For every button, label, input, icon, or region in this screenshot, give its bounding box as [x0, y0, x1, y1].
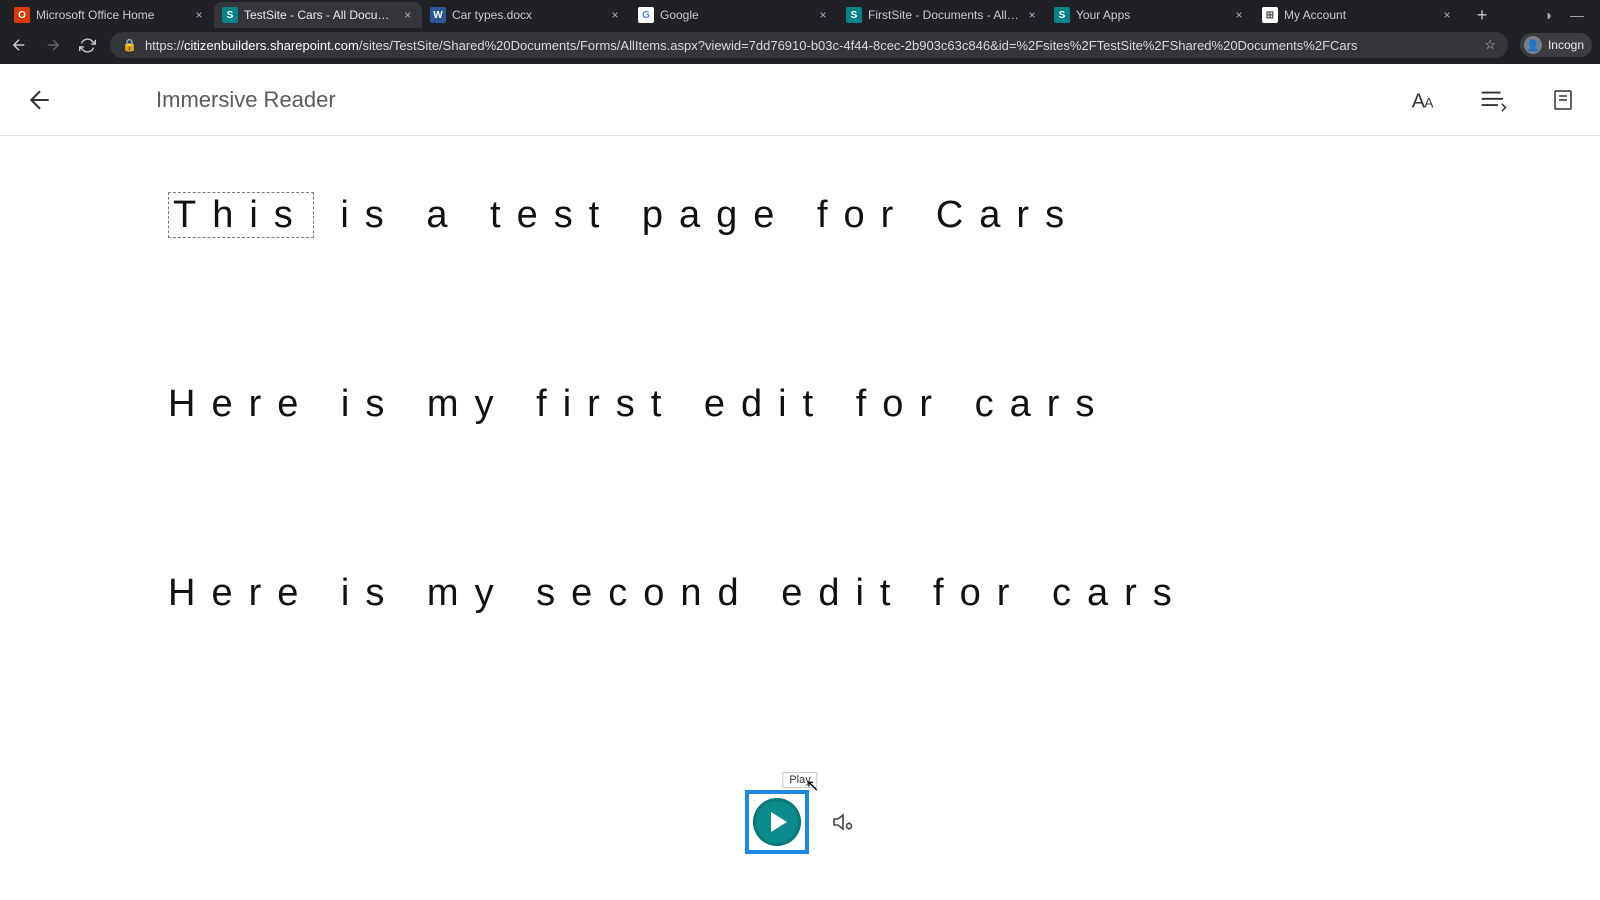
tab-title: FirstSite - Documents - All Docu...: [868, 8, 1020, 22]
tab-title: Google: [660, 8, 810, 22]
sharepoint-icon: S: [222, 7, 238, 23]
play-icon: [753, 798, 801, 846]
close-icon[interactable]: ×: [1440, 8, 1454, 22]
play-tooltip: Play: [782, 772, 817, 788]
minimize-icon[interactable]: —: [1570, 7, 1584, 23]
page-title: Immersive Reader: [156, 87, 336, 113]
extension-icon[interactable]: ◑: [1544, 7, 1552, 23]
content-line-3: Here is my second edit for cars: [168, 572, 1600, 615]
grammar-options-button[interactable]: [1476, 83, 1510, 117]
tab-my-account[interactable]: ⊞ My Account ×: [1254, 2, 1462, 28]
address-bar-row: 🔒 https://citizenbuilders.sharepoint.com…: [0, 30, 1600, 64]
star-icon[interactable]: ☆: [1484, 37, 1496, 53]
profile-label: Incogn: [1548, 38, 1584, 52]
tab-title: Microsoft Office Home: [36, 8, 186, 22]
new-tab-button[interactable]: +: [1468, 2, 1496, 28]
office-icon: O: [14, 7, 30, 23]
sharepoint-icon: S: [846, 7, 862, 23]
browser-chrome: O Microsoft Office Home × S TestSite - C…: [0, 0, 1600, 64]
content-line-1: This is a test page for Cars: [168, 194, 1600, 237]
svg-text:A: A: [1424, 95, 1434, 110]
tab-google[interactable]: G Google ×: [630, 2, 838, 28]
forward-button[interactable]: [42, 34, 64, 56]
tab-firstsite[interactable]: S FirstSite - Documents - All Docu... ×: [838, 2, 1046, 28]
tab-title: Your Apps: [1076, 8, 1226, 22]
exit-reader-button[interactable]: [20, 80, 60, 120]
google-icon: G: [638, 7, 654, 23]
address-bar[interactable]: 🔒 https://citizenbuilders.sharepoint.com…: [110, 32, 1508, 58]
reload-button[interactable]: [76, 34, 98, 56]
current-word-highlight: This: [168, 192, 314, 238]
text-preferences-button[interactable]: A A: [1406, 83, 1440, 117]
profile-button[interactable]: 👤 Incogn: [1520, 33, 1592, 57]
word-icon: W: [430, 7, 446, 23]
url-text: https://citizenbuilders.sharepoint.com/s…: [145, 38, 1358, 53]
tab-title: My Account: [1284, 8, 1434, 22]
tab-testsite-cars[interactable]: S TestSite - Cars - All Documents ×: [214, 2, 422, 28]
close-icon[interactable]: ×: [1026, 8, 1038, 22]
tab-office-home[interactable]: O Microsoft Office Home ×: [6, 2, 214, 28]
reading-preferences-button[interactable]: [1546, 83, 1580, 117]
content-line-2: Here is my first edit for cars: [168, 383, 1600, 426]
tab-car-types-doc[interactable]: W Car types.docx ×: [422, 2, 630, 28]
immersive-reader-header: Immersive Reader A A: [0, 64, 1600, 136]
back-button[interactable]: [8, 34, 30, 56]
line-1-rest: is a test page for Cars: [314, 194, 1080, 236]
tab-your-apps[interactable]: S Your Apps ×: [1046, 2, 1254, 28]
close-icon[interactable]: ×: [608, 8, 622, 22]
close-icon[interactable]: ×: [816, 8, 830, 22]
tab-title: Car types.docx: [452, 8, 602, 22]
close-icon[interactable]: ×: [192, 8, 206, 22]
voice-settings-button[interactable]: [831, 810, 855, 834]
reader-content: This is a test page for Cars Here is my …: [0, 136, 1600, 615]
close-icon[interactable]: ×: [401, 8, 414, 22]
close-icon[interactable]: ×: [1232, 8, 1246, 22]
lock-icon: 🔒: [122, 38, 137, 52]
tab-title: TestSite - Cars - All Documents: [244, 8, 395, 22]
tab-strip: O Microsoft Office Home × S TestSite - C…: [0, 0, 1600, 30]
play-button[interactable]: [745, 790, 809, 854]
sharepoint-icon: S: [1054, 7, 1070, 23]
incognito-icon: 👤: [1524, 36, 1542, 54]
window-controls: ◑ —: [1544, 7, 1594, 23]
microsoft-icon: ⊞: [1262, 7, 1278, 23]
playback-controls: Play ↖: [0, 790, 1600, 854]
